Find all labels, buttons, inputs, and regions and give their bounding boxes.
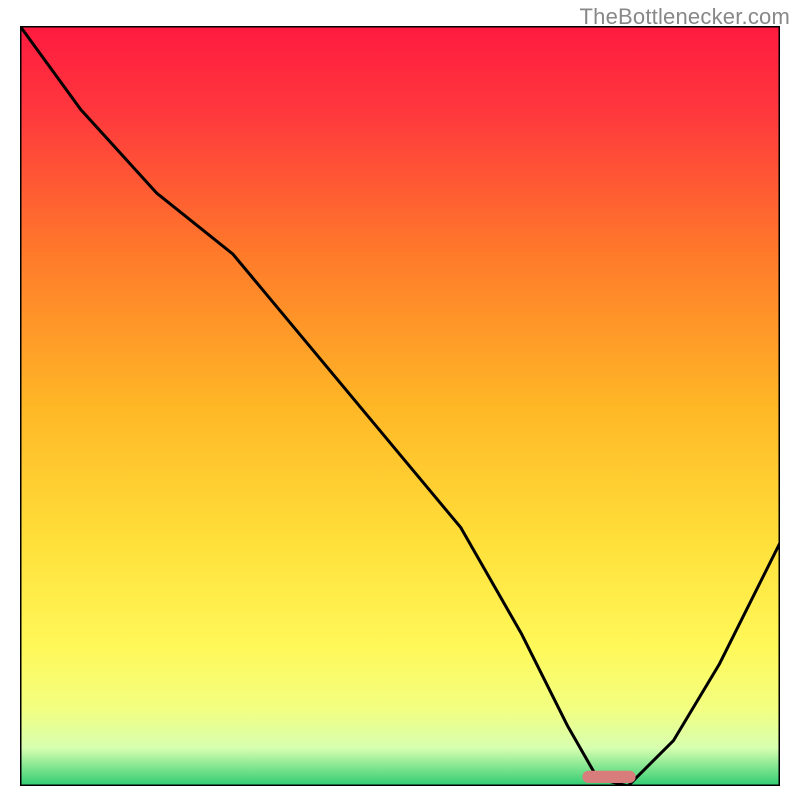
optimal-zone-marker [582,771,635,783]
gradient-background [20,26,780,786]
chart-svg [20,26,780,786]
plot-area [20,26,780,786]
chart-container: TheBottlenecker.com [0,0,800,800]
watermark-text: TheBottlenecker.com [580,4,790,30]
